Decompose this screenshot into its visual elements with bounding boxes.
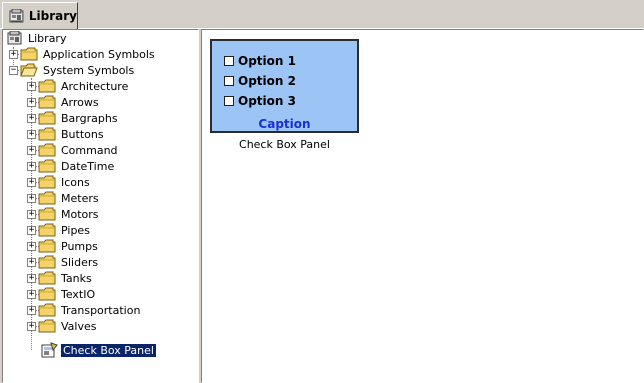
checkbox-icon bbox=[224, 96, 234, 106]
expand-icon[interactable]: + bbox=[27, 178, 36, 187]
tree-item-buttons[interactable]: Buttons bbox=[38, 126, 106, 142]
tab-strip: Library bbox=[0, 0, 644, 29]
tree-item-check-box-panel[interactable]: Check Box Panel bbox=[40, 342, 157, 358]
preview-pane[interactable]: Option 1 Option 2 Option 3 Caption Check… bbox=[201, 29, 644, 383]
tree-root[interactable]: Library bbox=[7, 30, 68, 46]
folder-icon bbox=[38, 319, 56, 333]
library-tree: Library + Application Symbols − System S… bbox=[3, 30, 198, 382]
folder-icon bbox=[38, 255, 56, 269]
tree-item-sliders[interactable]: Sliders bbox=[38, 254, 100, 270]
expand-icon[interactable]: + bbox=[27, 162, 36, 171]
library-tree-pane[interactable]: Library + Application Symbols − System S… bbox=[2, 29, 199, 383]
tree-item-datetime[interactable]: DateTime bbox=[38, 158, 116, 174]
folder-icon bbox=[38, 239, 56, 253]
folder-icon bbox=[38, 191, 56, 205]
tree-item-arrows[interactable]: Arrows bbox=[38, 94, 101, 110]
tree-item-meters[interactable]: Meters bbox=[38, 190, 101, 206]
tab-label: Library bbox=[28, 9, 77, 23]
expand-icon[interactable]: + bbox=[27, 210, 36, 219]
option-2: Option 2 bbox=[224, 73, 296, 89]
preview-caption: Caption bbox=[258, 117, 311, 131]
expand-icon[interactable]: + bbox=[27, 98, 36, 107]
tree-item-label-selected: Check Box Panel bbox=[60, 342, 157, 358]
tree-item-motors[interactable]: Motors bbox=[38, 206, 101, 222]
folder-icon bbox=[38, 111, 56, 125]
folder-open-icon bbox=[20, 63, 38, 77]
expand-icon[interactable]: + bbox=[27, 130, 36, 139]
check-box-panel-preview[interactable]: Option 1 Option 2 Option 3 Caption bbox=[210, 39, 359, 133]
folder-icon bbox=[38, 271, 56, 285]
folder-icon bbox=[38, 175, 56, 189]
tree-item-valves[interactable]: Valves bbox=[38, 318, 98, 334]
folder-icon bbox=[38, 159, 56, 173]
preview-name-label: Check Box Panel bbox=[239, 138, 330, 151]
tree-item-architecture[interactable]: Architecture bbox=[38, 78, 130, 94]
expand-icon[interactable]: + bbox=[27, 146, 36, 155]
expand-icon[interactable]: + bbox=[9, 50, 18, 59]
option-1: Option 1 bbox=[224, 53, 296, 69]
library-icon bbox=[7, 31, 22, 45]
expand-icon[interactable]: + bbox=[27, 274, 36, 283]
collapse-icon[interactable]: − bbox=[9, 66, 18, 75]
library-icon bbox=[9, 9, 24, 23]
tree-item-pipes[interactable]: Pipes bbox=[38, 222, 92, 238]
folder-icon bbox=[38, 303, 56, 317]
option-3: Option 3 bbox=[224, 93, 296, 109]
checkbox-icon bbox=[224, 56, 234, 66]
tree-item-tanks[interactable]: Tanks bbox=[38, 270, 94, 286]
tree-item-application-symbols[interactable]: Application Symbols bbox=[20, 46, 157, 62]
expand-icon[interactable]: + bbox=[27, 114, 36, 123]
folder-icon bbox=[38, 127, 56, 141]
tree-item-bargraphs[interactable]: Bargraphs bbox=[38, 110, 120, 126]
expand-icon[interactable]: + bbox=[27, 322, 36, 331]
folder-icon bbox=[20, 47, 38, 61]
tree-item-transportation[interactable]: Transportation bbox=[38, 302, 142, 318]
folder-icon bbox=[38, 287, 56, 301]
tree-item-pumps[interactable]: Pumps bbox=[38, 238, 100, 254]
folder-icon bbox=[38, 79, 56, 93]
folder-icon bbox=[38, 223, 56, 237]
expand-icon[interactable]: + bbox=[27, 258, 36, 267]
tab-library[interactable]: Library bbox=[2, 2, 78, 29]
checkbox-icon bbox=[224, 76, 234, 86]
tree-item-command[interactable]: Command bbox=[38, 142, 120, 158]
folder-icon bbox=[38, 143, 56, 157]
expand-icon[interactable]: + bbox=[27, 242, 36, 251]
tree-item-system-symbols[interactable]: System Symbols bbox=[20, 62, 136, 78]
expand-icon[interactable]: + bbox=[27, 194, 36, 203]
expand-icon[interactable]: + bbox=[27, 306, 36, 315]
tree-root-label: Library bbox=[28, 31, 67, 45]
expand-icon[interactable]: + bbox=[27, 226, 36, 235]
folder-icon bbox=[38, 95, 56, 109]
tree-item-icons[interactable]: Icons bbox=[38, 174, 92, 190]
expand-icon[interactable]: + bbox=[27, 82, 36, 91]
tree-item-textio[interactable]: TextIO bbox=[38, 286, 97, 302]
folder-icon bbox=[38, 207, 56, 221]
symbol-icon bbox=[41, 342, 58, 358]
expand-icon[interactable]: + bbox=[27, 290, 36, 299]
